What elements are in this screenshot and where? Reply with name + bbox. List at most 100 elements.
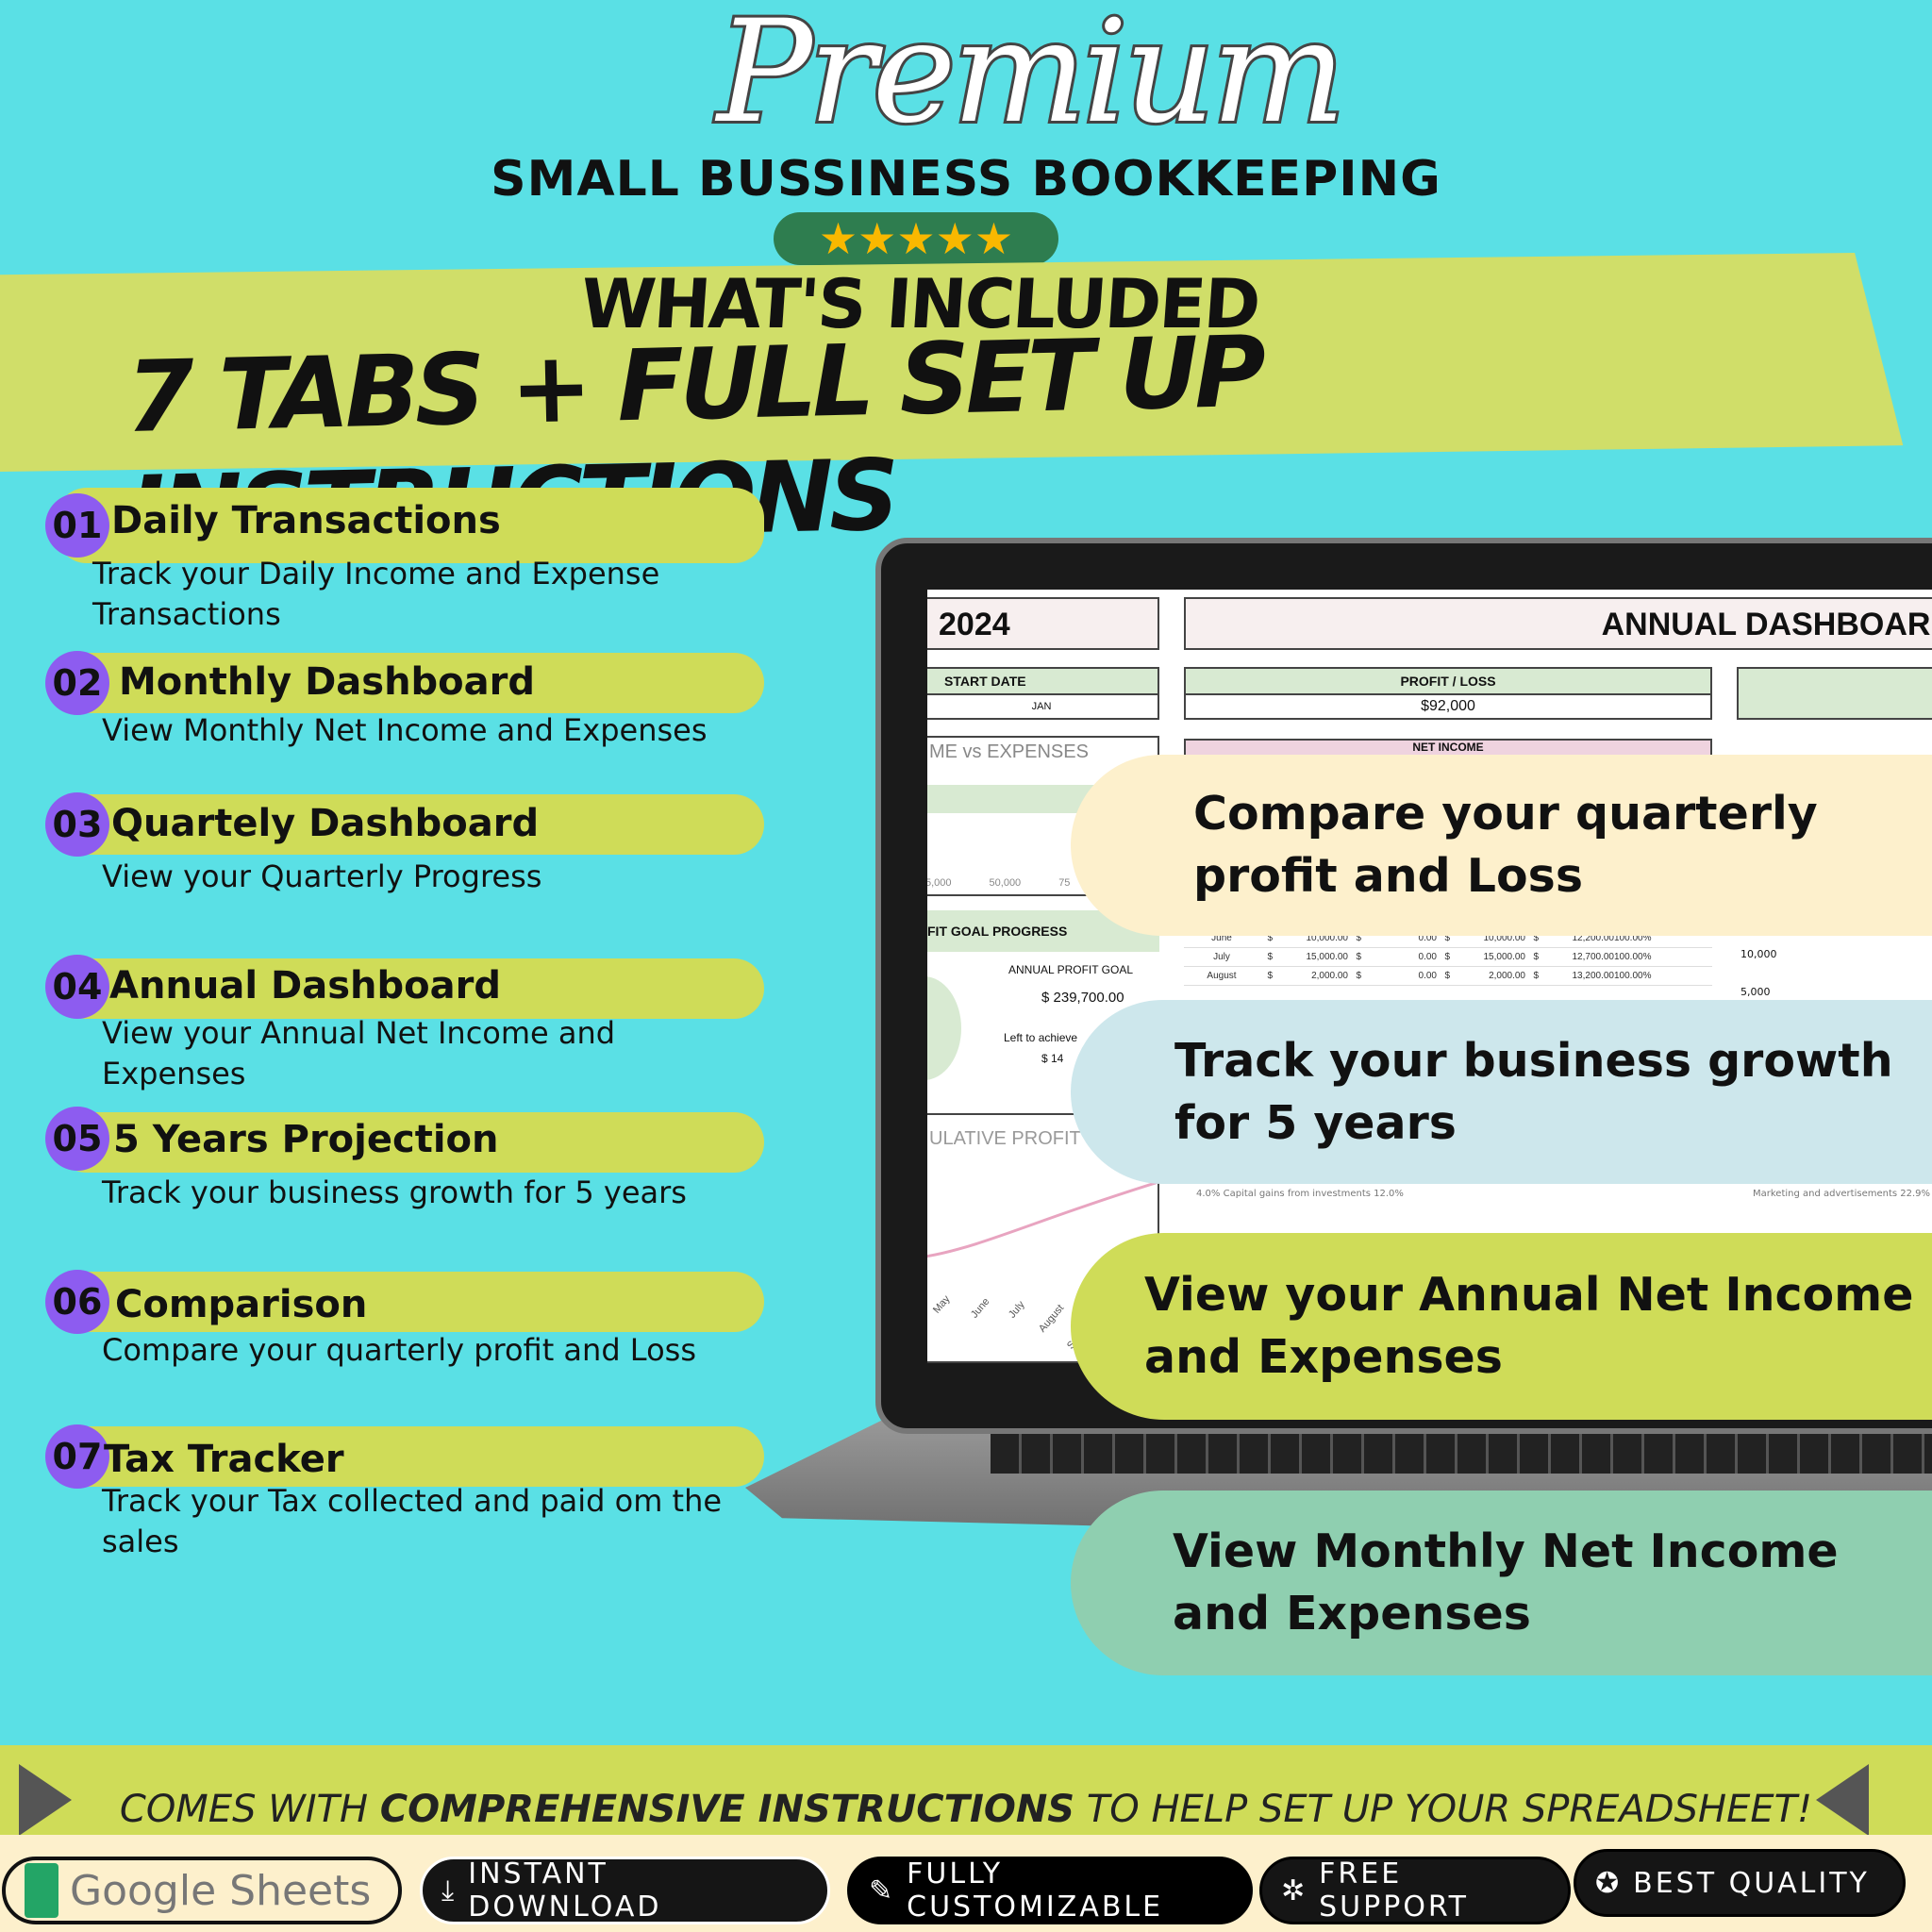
callout-annual: View your Annual Net Income and Expenses bbox=[1071, 1233, 1932, 1420]
google-sheets-icon bbox=[25, 1863, 58, 1918]
text: COMES WITH bbox=[119, 1788, 380, 1831]
badge-label: FREE SUPPORT bbox=[1319, 1857, 1469, 1924]
axis-tick: 50,000 bbox=[989, 877, 1022, 889]
table-cell: $ bbox=[1533, 952, 1539, 962]
pie-label: 4.0% Capital gains from investments 12.0… bbox=[1196, 1189, 1404, 1199]
pct: 12.0% bbox=[1374, 1189, 1404, 1199]
subtitle: SMALL BUSSINESS BOOKKEEPING bbox=[491, 151, 1441, 208]
table-cell: $ bbox=[1356, 952, 1361, 962]
axis-tick: 75 bbox=[1058, 877, 1071, 889]
badge-label: INSTANT DOWNLOAD bbox=[468, 1857, 662, 1924]
year-cell: 2024 bbox=[927, 597, 1159, 650]
badge-label: Google Sheets bbox=[70, 1866, 372, 1915]
start-date-label: START DATE bbox=[927, 667, 1159, 695]
tab-desc: View Monthly Net Income and Expenses bbox=[102, 712, 708, 748]
y-tick: 5,000 bbox=[1740, 986, 1771, 998]
customizable-badge: ✎ FULLY CUSTOMIZABLE bbox=[847, 1857, 1253, 1924]
badge-label: FULLY CUSTOMIZABLE bbox=[907, 1857, 1164, 1924]
label: Marketing and advertisements bbox=[1753, 1189, 1898, 1199]
rating-stars: ★★★★★ bbox=[774, 212, 1058, 265]
support-icon: ✲ bbox=[1281, 1874, 1308, 1907]
table-cell: July bbox=[1213, 952, 1230, 962]
table-cell: $ bbox=[1444, 971, 1450, 981]
table-cell: 15,000.00 bbox=[1483, 952, 1526, 962]
pie-label: Marketing and advertisements 22.9% bbox=[1753, 1189, 1930, 1199]
kpi-cell bbox=[1737, 667, 1932, 720]
table-cell: 2,000.00 bbox=[1489, 971, 1525, 981]
month-tick: August bbox=[1037, 1302, 1067, 1335]
axis-tick: 5,000 bbox=[927, 877, 952, 889]
y-tick: 10,000 bbox=[1740, 948, 1777, 960]
tab-desc: Track your Tax collected and paid om the… bbox=[102, 1483, 723, 1559]
table-cell: $ bbox=[1267, 952, 1273, 962]
left-to-achieve-label: Left to achieve bbox=[1004, 1031, 1078, 1044]
edit-icon: ✎ bbox=[869, 1874, 896, 1907]
tab-title: 5 Years Projection bbox=[113, 1118, 499, 1161]
profit-loss-value: $92,000 bbox=[1184, 693, 1712, 720]
table-row: July $15,000.00 $0.00 $15,000.00 $12,700.00 1… bbox=[1184, 948, 1712, 967]
callout-text: View your Annual Net Income and Expenses bbox=[1144, 1268, 1914, 1384]
tab-number: 02 bbox=[45, 651, 109, 715]
chart-title: ME vs EXPENSES bbox=[929, 741, 1089, 762]
table-cell: 0.00 bbox=[1418, 971, 1437, 981]
tab-number: 05 bbox=[45, 1107, 109, 1171]
tab-number: 06 bbox=[45, 1270, 109, 1334]
month-tick: June bbox=[969, 1295, 992, 1321]
tab-title: Comparison bbox=[115, 1283, 368, 1326]
table-cell: 2,000.00 bbox=[1311, 971, 1348, 981]
table-cell: $ bbox=[1356, 971, 1361, 981]
tab-desc: View your Quarterly Progress bbox=[102, 858, 542, 894]
tab-title: Annual Dashboard bbox=[109, 964, 501, 1008]
callout-text: Compare your quarterly profit and Loss bbox=[1193, 787, 1818, 903]
dashboard-title: ANNUAL DASHBOARD bbox=[1184, 597, 1932, 650]
google-sheets-badge: Google Sheets bbox=[2, 1857, 402, 1924]
text: TO HELP SET UP YOUR SPREADSHEET! bbox=[1074, 1788, 1813, 1831]
monthly-table: June $10,000.00 $0.00 $10,000.00 $12,200.00 1… bbox=[1184, 929, 1712, 986]
free-support-badge: ✲ FREE SUPPORT bbox=[1259, 1857, 1571, 1924]
callout-text: Track your business growth for 5 years bbox=[1174, 1033, 1893, 1150]
instructions-text: COMES WITH COMPREHENSIVE INSTRUCTIONS TO… bbox=[0, 1788, 1932, 1831]
chart-title: ULATIVE PROFIT bbox=[929, 1128, 1081, 1149]
table-cell: 100.00% bbox=[1614, 971, 1652, 981]
pct: 22.9% bbox=[1900, 1189, 1931, 1199]
tab-number: 01 bbox=[45, 493, 109, 558]
tab-number: 04 bbox=[45, 955, 109, 1019]
callout-compare: Compare your quarterly profit and Loss bbox=[1071, 755, 1932, 936]
best-quality-badge: ✪ BEST QUALITY bbox=[1574, 1849, 1906, 1917]
tab-title: Monthly Dashboard bbox=[119, 660, 536, 704]
table-cell: $ bbox=[1533, 971, 1539, 981]
tab-title: Daily Transactions bbox=[111, 499, 501, 542]
callout-monthly: View Monthly Net Income and Expenses bbox=[1071, 1491, 1932, 1675]
tab-title: Tax Tracker bbox=[104, 1438, 344, 1481]
annual-goal-value: $ 239,700.00 bbox=[1041, 990, 1124, 1006]
tab-title: Quartely Dashboard bbox=[111, 802, 540, 845]
profit-loss-label: PROFIT / LOSS bbox=[1184, 667, 1712, 695]
table-cell: 15,000.00 bbox=[1306, 952, 1349, 962]
instant-download-badge: ⤓ INSTANT DOWNLOAD bbox=[420, 1857, 830, 1924]
download-icon: ⤓ bbox=[441, 1874, 458, 1907]
start-month-select[interactable]: JAN bbox=[927, 693, 1159, 720]
table-cell: 100.00% bbox=[1614, 952, 1652, 962]
table-cell: 12,700.00 bbox=[1572, 952, 1615, 962]
callout-text: View Monthly Net Income and Expenses bbox=[1173, 1524, 1839, 1641]
badge-label: BEST QUALITY bbox=[1633, 1866, 1870, 1900]
callout-growth: Track your business growth for 5 years bbox=[1071, 1000, 1932, 1184]
month-tick: July bbox=[1007, 1299, 1027, 1321]
table-cell: $ bbox=[1267, 971, 1273, 981]
tab-desc: Compare your quarterly profit and Loss bbox=[102, 1332, 696, 1368]
left-to-achieve-value: $ 14 bbox=[1041, 1052, 1064, 1065]
table-row: August $2,000.00 $0.00 $2,000.00 $13,200.00 1… bbox=[1184, 967, 1712, 986]
table-cell: 13,200.00 bbox=[1572, 971, 1615, 981]
annual-goal-label: ANNUAL PROFIT GOAL bbox=[1008, 963, 1134, 976]
table-cell: $ bbox=[1444, 952, 1450, 962]
goal-donut bbox=[927, 976, 961, 1080]
table-cell: 0.00 bbox=[1418, 952, 1437, 962]
month-tick: May bbox=[931, 1293, 953, 1316]
quality-seal-icon: ✪ bbox=[1595, 1866, 1623, 1900]
tab-number: 03 bbox=[45, 792, 109, 857]
label: Capital gains from investments bbox=[1223, 1189, 1371, 1199]
tab-desc: View your Annual Net Income and Expenses bbox=[102, 1015, 616, 1091]
premium-script-title: Premium bbox=[714, 0, 1348, 158]
table-cell: August bbox=[1207, 971, 1237, 981]
tab-desc: Track your Daily Income and Expense Tran… bbox=[92, 556, 660, 632]
